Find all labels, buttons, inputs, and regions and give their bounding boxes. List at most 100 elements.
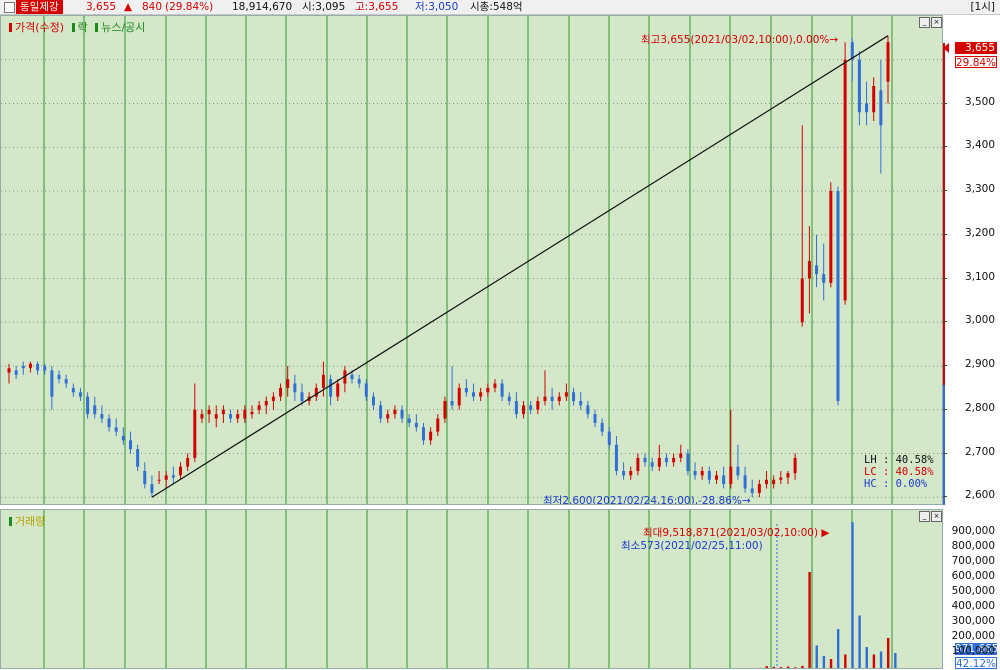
change-arrow-icon: ▲ xyxy=(124,0,132,14)
candle-body xyxy=(565,392,568,396)
candle-body xyxy=(165,475,168,479)
candle-body xyxy=(715,475,718,479)
candle-body xyxy=(250,412,253,414)
candle-body xyxy=(422,427,425,440)
candle-body xyxy=(515,401,518,414)
candle-body xyxy=(665,458,668,462)
candle-body xyxy=(543,397,546,401)
candle-body xyxy=(351,375,354,379)
price-y-tick-label: 2,800 xyxy=(965,402,995,414)
minimize-icon[interactable]: _ xyxy=(919,17,930,28)
price-chart-pane[interactable]: 가격(수정) 락 뉴스/공시 _× 최고3,655(2021/03/02,10:… xyxy=(0,15,943,505)
candle-body xyxy=(129,440,132,449)
axis-range-bar-low xyxy=(943,385,945,505)
volume-pane-window-buttons: _× xyxy=(918,511,942,522)
candle-body xyxy=(493,384,496,388)
volume-chart-pane[interactable]: 거래량 _× 최대9,518,871(2021/03/02,10:00) ▶ 최… xyxy=(0,509,943,669)
volume-y-tick-label: 500,000 xyxy=(952,585,995,597)
close-icon[interactable]: × xyxy=(931,511,942,522)
volume-bar xyxy=(780,667,782,668)
price-legend: 가격(수정) 락 뉴스/공시 xyxy=(9,19,145,35)
price-y-tick xyxy=(943,496,947,497)
candle-body xyxy=(679,454,682,458)
candle-body xyxy=(872,86,875,112)
volume-bar xyxy=(773,667,775,668)
lh-lc-hc-stats: LH : 40.58% LC : 40.58% HC : 0.00% xyxy=(864,454,934,490)
candle-body xyxy=(708,471,711,480)
volume-bar xyxy=(816,646,818,669)
candle-body xyxy=(22,366,25,368)
candle-body xyxy=(558,397,561,401)
candle-body xyxy=(686,454,689,472)
candle-body xyxy=(186,458,189,467)
legend-price[interactable]: 가격(수정) xyxy=(9,21,64,34)
candle-body xyxy=(443,401,446,419)
volume-bar xyxy=(830,659,832,668)
candle-body xyxy=(58,375,61,379)
period-selector-button[interactable]: [1시] xyxy=(970,0,995,14)
select-checkbox[interactable] xyxy=(4,2,15,13)
candle-body xyxy=(358,379,361,383)
price-chart-svg xyxy=(1,16,943,505)
volume-bar xyxy=(844,655,846,669)
candle-body xyxy=(379,405,382,418)
stock-name[interactable]: 동일제강 xyxy=(16,0,63,14)
candle-body xyxy=(765,480,768,484)
minimize-icon[interactable]: _ xyxy=(919,511,930,522)
candle-body xyxy=(651,462,654,466)
candle-body xyxy=(879,90,882,125)
candle-body xyxy=(79,392,82,396)
candle-body xyxy=(265,401,268,405)
stock-header-bar: 동일제강 3,655 ▲ 840 (29.84%) 18,914,670 시:3… xyxy=(0,0,1000,15)
candle-body xyxy=(472,392,475,396)
candle-body xyxy=(329,379,332,397)
candle-body xyxy=(751,489,754,493)
price-y-tick xyxy=(943,234,947,235)
legend-ex-rights[interactable]: 락 xyxy=(68,21,88,34)
candle-body xyxy=(772,480,775,484)
candle-body xyxy=(536,401,539,410)
volume-y-tick-label: 100,000 xyxy=(952,645,995,657)
current-price: 3,655 xyxy=(86,0,116,14)
legend-news[interactable]: 뉴스/공시 xyxy=(91,21,145,34)
candle-body xyxy=(601,423,604,432)
candle-body xyxy=(844,60,847,301)
price-y-tick xyxy=(943,365,947,366)
candle-body xyxy=(150,484,153,493)
volume-y-tick-label: 600,000 xyxy=(952,570,995,582)
candle-body xyxy=(15,370,18,374)
candle-body xyxy=(758,484,761,493)
candle-body xyxy=(694,471,697,475)
volume-legend[interactable]: 거래량 xyxy=(9,513,45,529)
volume-bar xyxy=(858,616,860,669)
candle-body xyxy=(501,384,504,397)
candle-body xyxy=(301,392,304,401)
volume-bar xyxy=(808,572,810,668)
price-y-tick-label: 3,300 xyxy=(965,183,995,195)
volume-bar xyxy=(794,667,796,668)
candle-body xyxy=(336,384,339,397)
candle-body xyxy=(458,388,461,406)
volume-y-tick-label: 200,000 xyxy=(952,630,995,642)
price-y-tick-label: 2,600 xyxy=(965,489,995,501)
candle-body xyxy=(293,384,296,393)
current-price-tag: 3,655 xyxy=(955,42,997,54)
volume-bar xyxy=(766,666,768,668)
candle-body xyxy=(286,379,289,388)
candle-body xyxy=(429,432,432,441)
candle-body xyxy=(143,471,146,484)
volume-bar xyxy=(801,666,803,668)
high-annotation: 최고3,655(2021/03/02,10:00),0.00%→ xyxy=(641,32,838,47)
price-y-tick-label: 3,400 xyxy=(965,139,995,151)
volume-y-tick-label: 300,000 xyxy=(952,615,995,627)
candle-body xyxy=(808,261,811,279)
close-icon[interactable]: × xyxy=(931,17,942,28)
candle-body xyxy=(658,458,661,467)
candle-body xyxy=(136,449,139,467)
candle-body xyxy=(193,410,196,458)
candle-body xyxy=(229,414,232,418)
candle-body xyxy=(36,364,39,371)
market-cap: 시총:548억 xyxy=(470,0,523,14)
candle-body xyxy=(858,60,861,113)
candle-body xyxy=(29,364,32,368)
